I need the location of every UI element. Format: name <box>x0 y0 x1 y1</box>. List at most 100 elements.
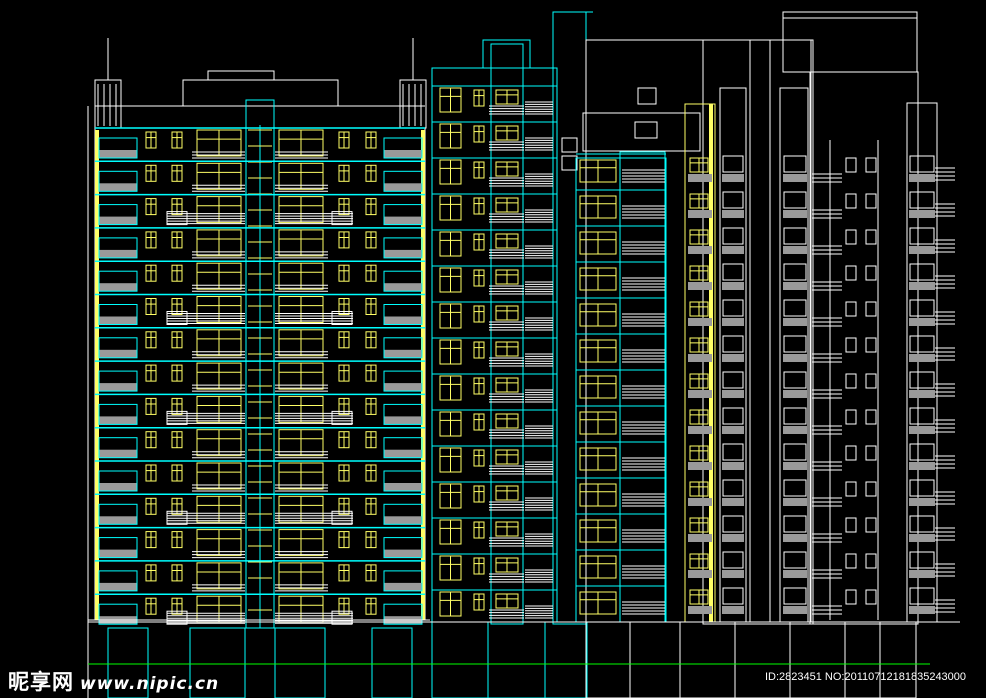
far-small-window <box>845 337 857 353</box>
roof-vent <box>634 121 658 139</box>
middle-building-elevation <box>431 11 593 698</box>
shaft-balcony <box>722 354 744 362</box>
shaft-window <box>722 371 744 389</box>
outer-balcony-right <box>384 516 422 525</box>
end-tower-window <box>909 551 935 569</box>
shaft-balcony <box>722 426 744 434</box>
outer-balcony-right <box>384 316 422 325</box>
outer-balcony-left <box>99 349 137 358</box>
far-small-window <box>845 409 857 425</box>
outer-balcony-right <box>384 349 422 358</box>
left-edge-column <box>95 130 99 620</box>
right-building-elevation <box>561 11 955 698</box>
shaft-window <box>783 155 807 173</box>
shaft-balcony <box>722 318 744 326</box>
shaft-window <box>783 407 807 425</box>
outer-balcony-right <box>384 150 422 158</box>
far-small-window <box>865 553 877 569</box>
outer-balcony-left <box>99 249 137 258</box>
shaft-balcony <box>783 354 807 362</box>
left-tower <box>94 79 122 129</box>
mid-tall-shaft <box>552 11 587 625</box>
outer-balcony-left <box>99 449 137 458</box>
outer-balcony-right <box>384 483 422 491</box>
far-small-window <box>865 301 877 317</box>
right-yellow-balcony <box>688 498 712 506</box>
shaft-window <box>722 515 744 533</box>
end-tower-balcony <box>909 282 935 290</box>
far-small-window <box>845 553 857 569</box>
outer-balcony-right <box>384 549 422 558</box>
outer-balcony-right <box>384 383 422 392</box>
end-tower-window <box>909 263 935 281</box>
end-tower-window <box>909 479 935 497</box>
shaft-balcony <box>722 534 744 542</box>
shaft-balcony <box>722 462 744 470</box>
far-small-window <box>865 445 877 461</box>
outer-balcony-left <box>99 316 137 325</box>
right-podium <box>585 621 917 698</box>
end-tower-balcony <box>909 174 935 182</box>
right-roof-block <box>782 11 918 73</box>
end-tower-window <box>909 227 935 245</box>
right-yellow-balcony <box>688 174 712 182</box>
outer-balcony-left <box>99 150 137 158</box>
right-cyan-bay-inner <box>619 151 666 623</box>
outer-balcony-right <box>384 216 422 225</box>
shaft-balcony <box>722 210 744 218</box>
outer-balcony-left <box>99 416 137 425</box>
end-tower-balcony <box>909 570 935 578</box>
shaft-window <box>722 335 744 353</box>
roof-vent <box>561 155 578 171</box>
shaft-window <box>783 371 807 389</box>
far-small-window <box>845 445 857 461</box>
outer-balcony-left <box>99 183 137 192</box>
outer-balcony-right <box>384 249 422 258</box>
shaft-window <box>722 551 744 569</box>
far-small-window <box>865 337 877 353</box>
far-small-window <box>845 481 857 497</box>
end-tower-window <box>909 335 935 353</box>
shaft-balcony <box>722 570 744 578</box>
outer-balcony-left <box>99 549 137 558</box>
shaft-window <box>722 587 744 605</box>
far-small-window <box>845 589 857 605</box>
elevation-drawing <box>87 11 960 698</box>
far-small-window <box>865 229 877 245</box>
shaft-window <box>783 299 807 317</box>
outer-balcony-right <box>384 449 422 458</box>
podium-bay <box>274 627 326 698</box>
watermark-logo: 昵享网 www.nipic.cn <box>8 666 219 696</box>
end-tower-balcony <box>909 498 935 506</box>
end-tower-window <box>909 407 935 425</box>
far-small-window <box>865 265 877 281</box>
shaft-balcony <box>783 426 807 434</box>
end-tower-balcony <box>909 318 935 326</box>
outer-balcony-left <box>99 216 137 225</box>
right-yellow-balcony <box>688 246 712 254</box>
shaft-balcony <box>783 462 807 470</box>
left-roof-cap <box>207 70 275 81</box>
right-yellow-balcony <box>688 426 712 434</box>
right-yellow-balcony <box>688 570 712 578</box>
outer-balcony-right <box>384 283 422 292</box>
outer-balcony-left <box>99 483 137 491</box>
shaft-window <box>783 335 807 353</box>
shaft-window <box>722 191 744 209</box>
end-tower-balcony <box>909 210 935 218</box>
right-yellow-balcony <box>688 606 712 614</box>
shaft-balcony <box>783 174 807 182</box>
shaft-balcony <box>722 174 744 182</box>
mid-podium <box>431 621 588 698</box>
far-small-window <box>865 157 877 173</box>
shaft-balcony <box>722 498 744 506</box>
podium-bay <box>371 627 413 698</box>
shaft-window <box>783 551 807 569</box>
end-tower-window <box>909 371 935 389</box>
outer-balcony-left <box>99 516 137 525</box>
watermark-brand: 昵享网 <box>8 670 74 694</box>
end-tower-window <box>909 155 935 173</box>
roof-vent <box>561 137 578 153</box>
right-yellow-balcony <box>688 354 712 362</box>
outer-balcony-left <box>99 582 137 591</box>
